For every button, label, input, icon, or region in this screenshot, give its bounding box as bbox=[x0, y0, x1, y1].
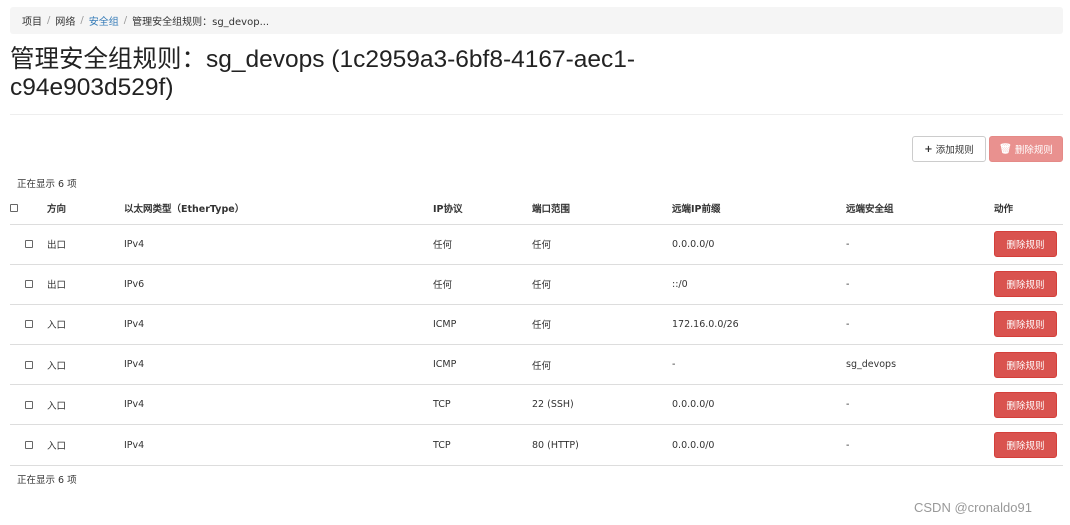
row-checkbox[interactable] bbox=[24, 280, 33, 289]
table-row: 出口 IPv6 任何 任何 ::/0 - 删除规则 bbox=[10, 264, 1063, 305]
cell-actions: 删除规则 bbox=[994, 344, 1063, 386]
cell-port-range: 任何 bbox=[532, 304, 672, 346]
breadcrumb-separator: / bbox=[47, 15, 51, 26]
cell-actions: 删除规则 bbox=[994, 424, 1063, 466]
cell-direction: 入口 bbox=[47, 344, 124, 386]
header-port-range[interactable]: 端口范围 bbox=[532, 193, 672, 225]
row-select-cell bbox=[10, 304, 47, 346]
header-remote-ip-prefix[interactable]: 远端IP前缀 bbox=[672, 193, 846, 225]
row-select-cell bbox=[10, 224, 47, 265]
trash-icon: 🗑 bbox=[999, 143, 1012, 155]
cell-ip-protocol: 任何 bbox=[433, 264, 532, 305]
add-rule-label: 添加规则 bbox=[935, 145, 974, 156]
row-checkbox[interactable] bbox=[24, 400, 33, 409]
delete-rules-label: 删除规则 bbox=[1014, 145, 1053, 156]
table-row: 入口 IPv4 TCP 22 (SSH) 0.0.0.0/0 - 删除规则 bbox=[10, 384, 1063, 426]
watermark: CSDN @cronaldo91 bbox=[914, 500, 1032, 515]
row-select-cell bbox=[10, 424, 47, 466]
cell-ip-protocol: ICMP bbox=[433, 344, 532, 386]
breadcrumb-separator: / bbox=[80, 15, 84, 26]
title-divider bbox=[10, 114, 1063, 115]
table-row: 入口 IPv4 ICMP 任何 - sg_devops 删除规则 bbox=[10, 344, 1063, 386]
breadcrumb-separator: / bbox=[123, 15, 128, 26]
cell-direction: 入口 bbox=[47, 384, 124, 426]
row-select-cell bbox=[10, 344, 47, 386]
cell-remote-group: - bbox=[846, 304, 994, 346]
cell-direction: 入口 bbox=[47, 304, 124, 346]
row-select-cell bbox=[10, 264, 47, 305]
row-checkbox[interactable] bbox=[24, 320, 33, 329]
cell-ethertype: IPv4 bbox=[124, 224, 433, 265]
breadcrumb-item-current: 管理安全组规则：sg_devop... bbox=[132, 17, 270, 28]
cell-direction: 出口 bbox=[47, 224, 124, 265]
select-all-cell bbox=[10, 193, 47, 225]
cell-port-range: 80 (HTTP) bbox=[532, 424, 672, 466]
delete-rule-button[interactable]: 删除规则 bbox=[994, 231, 1057, 258]
cell-ip-protocol: TCP bbox=[433, 384, 532, 426]
cell-direction: 入口 bbox=[47, 424, 124, 466]
cell-actions: 删除规则 bbox=[994, 304, 1063, 346]
cell-port-range: 任何 bbox=[532, 344, 672, 386]
breadcrumb-link-security-groups[interactable]: 安全组 bbox=[89, 13, 119, 28]
cell-direction: 出口 bbox=[47, 264, 124, 305]
cell-port-range: 22 (SSH) bbox=[532, 384, 672, 426]
select-all-checkbox[interactable] bbox=[10, 204, 18, 213]
cell-port-range: 任何 bbox=[532, 224, 672, 265]
breadcrumb: 项目 / 网络 / 安全组 / 管理安全组规则：sg_devop... bbox=[10, 7, 1063, 34]
cell-remote-ip-prefix: ::/0 bbox=[672, 264, 846, 305]
add-rule-button[interactable]: + 添加规则 bbox=[912, 136, 986, 162]
row-select-cell bbox=[10, 384, 47, 426]
cell-remote-group: - bbox=[846, 424, 994, 466]
cell-remote-ip-prefix: 0.0.0.0/0 bbox=[672, 424, 846, 466]
plus-icon: + bbox=[924, 143, 933, 155]
row-checkbox[interactable] bbox=[24, 441, 33, 450]
cell-ethertype: IPv6 bbox=[124, 264, 433, 305]
delete-rule-button[interactable]: 删除规则 bbox=[994, 351, 1057, 378]
cell-ethertype: IPv4 bbox=[124, 424, 433, 466]
cell-remote-ip-prefix: 0.0.0.0/0 bbox=[672, 224, 846, 265]
delete-rule-button[interactable]: 删除规则 bbox=[994, 391, 1057, 418]
header-ip-protocol[interactable]: IP协议 bbox=[433, 193, 532, 225]
table-row: 入口 IPv4 TCP 80 (HTTP) 0.0.0.0/0 - 删除规则 bbox=[10, 424, 1063, 466]
cell-remote-group: - bbox=[846, 264, 994, 305]
delete-rule-button[interactable]: 删除规则 bbox=[994, 271, 1057, 298]
breadcrumb-item-project[interactable]: 项目 bbox=[22, 13, 42, 28]
cell-port-range: 任何 bbox=[532, 264, 672, 305]
row-checkbox[interactable] bbox=[24, 240, 33, 249]
cell-actions: 删除规则 bbox=[994, 224, 1063, 265]
table-header-row: 方向 以太网类型（EtherType） IP协议 端口范围 远端IP前缀 远端安… bbox=[10, 193, 1063, 225]
cell-ip-protocol: 任何 bbox=[433, 224, 532, 265]
header-ethertype[interactable]: 以太网类型（EtherType） bbox=[124, 193, 433, 225]
delete-rules-button[interactable]: 🗑 删除规则 bbox=[989, 136, 1063, 162]
cell-remote-ip-prefix: 172.16.0.0/26 bbox=[672, 304, 846, 346]
cell-remote-group: sg_devops bbox=[846, 344, 994, 386]
cell-ip-protocol: TCP bbox=[433, 424, 532, 466]
item-count-bottom: 正在显示 6 项 bbox=[17, 475, 77, 486]
cell-remote-group: - bbox=[846, 224, 994, 265]
delete-rule-button[interactable]: 删除规则 bbox=[994, 311, 1057, 338]
cell-ip-protocol: ICMP bbox=[433, 304, 532, 346]
header-actions: 动作 bbox=[994, 193, 1063, 225]
cell-ethertype: IPv4 bbox=[124, 384, 433, 426]
header-remote-group[interactable]: 远端安全组 bbox=[846, 193, 994, 225]
row-checkbox[interactable] bbox=[24, 360, 33, 369]
cell-ethertype: IPv4 bbox=[124, 344, 433, 386]
page-title: 管理安全组规则：sg_devops (1c2959a3-6bf8-4167-ae… bbox=[10, 46, 636, 101]
header-direction[interactable]: 方向 bbox=[47, 193, 124, 225]
item-count-top: 正在显示 6 项 bbox=[17, 179, 77, 190]
rules-table: 方向 以太网类型（EtherType） IP协议 端口范围 远端IP前缀 远端安… bbox=[10, 193, 1063, 466]
cell-remote-ip-prefix: - bbox=[672, 344, 846, 386]
table-row: 入口 IPv4 ICMP 任何 172.16.0.0/26 - 删除规则 bbox=[10, 304, 1063, 346]
cell-actions: 删除规则 bbox=[994, 384, 1063, 426]
cell-remote-ip-prefix: 0.0.0.0/0 bbox=[672, 384, 846, 426]
delete-rule-button[interactable]: 删除规则 bbox=[994, 432, 1057, 459]
breadcrumb-item-network[interactable]: 网络 bbox=[55, 13, 75, 28]
table-row: 出口 IPv4 任何 任何 0.0.0.0/0 - 删除规则 bbox=[10, 224, 1063, 265]
cell-ethertype: IPv4 bbox=[124, 304, 433, 346]
cell-remote-group: - bbox=[846, 384, 994, 426]
cell-actions: 删除规则 bbox=[994, 264, 1063, 305]
